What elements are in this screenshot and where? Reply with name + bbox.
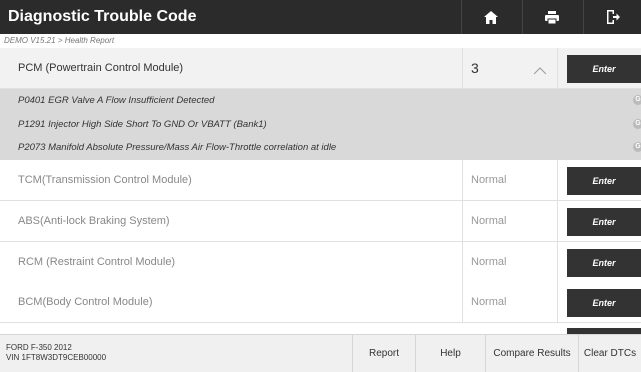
exit-icon — [606, 10, 620, 24]
enter-button[interactable]: Enter — [567, 249, 641, 277]
dtc-info-icon[interactable]: G — [633, 119, 641, 129]
module-status: Normal — [471, 256, 507, 268]
report-button[interactable]: Report — [352, 335, 415, 372]
vehicle-model: FORD F-350 2012 — [6, 343, 72, 352]
module-status: Normal — [471, 296, 507, 308]
page-title: Diagnostic Trouble Code — [8, 8, 197, 25]
title-bar: Diagnostic Trouble Code — [0, 0, 641, 34]
module-status: Normal — [471, 215, 507, 227]
module-status-cell: Normal — [462, 282, 558, 323]
help-button[interactable]: Help — [415, 335, 485, 372]
enter-button[interactable]: Enter — [567, 289, 641, 317]
home-icon — [484, 10, 498, 24]
module-status-cell: Normal — [462, 160, 558, 201]
module-name: RCM (Restraint Control Module) — [18, 256, 176, 268]
module-status: Normal — [471, 174, 507, 186]
module-row-rcm[interactable]: RCM (Restraint Control Module) Normal En… — [0, 242, 641, 283]
module-status-cell: Normal — [462, 201, 558, 242]
dtc-item: P1291 Injector High Side Short To GND Or… — [18, 119, 267, 130]
vehicle-vin: VIN 1FT8W3DT9CEB00000 — [6, 353, 107, 362]
chevron-up-icon[interactable] — [533, 62, 547, 80]
breadcrumb: DEMO V15.21 > Health Report — [0, 34, 641, 47]
compare-results-button[interactable]: Compare Results — [485, 335, 578, 372]
module-row-tcm[interactable]: TCM(Transmission Control Module) Normal … — [0, 160, 641, 201]
module-name: ABS(Anti-lock Braking System) — [18, 215, 170, 227]
enter-button[interactable]: Enter — [567, 208, 641, 236]
print-button[interactable] — [522, 0, 581, 34]
dtc-info-icon[interactable]: G — [633, 142, 641, 152]
module-row-bcm[interactable]: BCM(Body Control Module) Normal Enter — [0, 282, 641, 323]
dtc-count: 3 — [471, 60, 479, 76]
enter-button[interactable]: Enter — [567, 167, 641, 195]
dtc-info-icon[interactable]: G — [633, 95, 641, 105]
dtc-item: P2073 Manifold Absolute Pressure/Mass Ai… — [18, 142, 337, 153]
module-status-cell: Normal — [462, 242, 558, 283]
module-name: PCM (Powertrain Control Module) — [18, 62, 184, 74]
enter-button[interactable]: Enter — [567, 55, 641, 83]
module-name: TCM(Transmission Control Module) — [18, 174, 192, 186]
vehicle-info: FORD F-350 2012 VIN 1FT8W3DT9CEB00000 — [6, 343, 106, 363]
module-status-cell: 3 — [462, 48, 558, 89]
home-button[interactable] — [461, 0, 520, 34]
exit-button[interactable] — [583, 0, 641, 34]
footer-bar: FORD F-350 2012 VIN 1FT8W3DT9CEB00000 Re… — [0, 334, 641, 372]
module-row-abs[interactable]: ABS(Anti-lock Braking System) Normal Ent… — [0, 201, 641, 242]
dtc-item: P0401 EGR Valve A Flow Insufficient Dete… — [18, 95, 215, 106]
dtc-list: P0401 EGR Valve A Flow Insufficient Dete… — [0, 89, 641, 160]
printer-icon — [545, 10, 559, 24]
clear-dtcs-button[interactable]: Clear DTCs — [578, 335, 641, 372]
module-row-pcm[interactable]: PCM (Powertrain Control Module) 3 Enter — [0, 48, 641, 89]
module-name: BCM(Body Control Module) — [18, 296, 153, 308]
